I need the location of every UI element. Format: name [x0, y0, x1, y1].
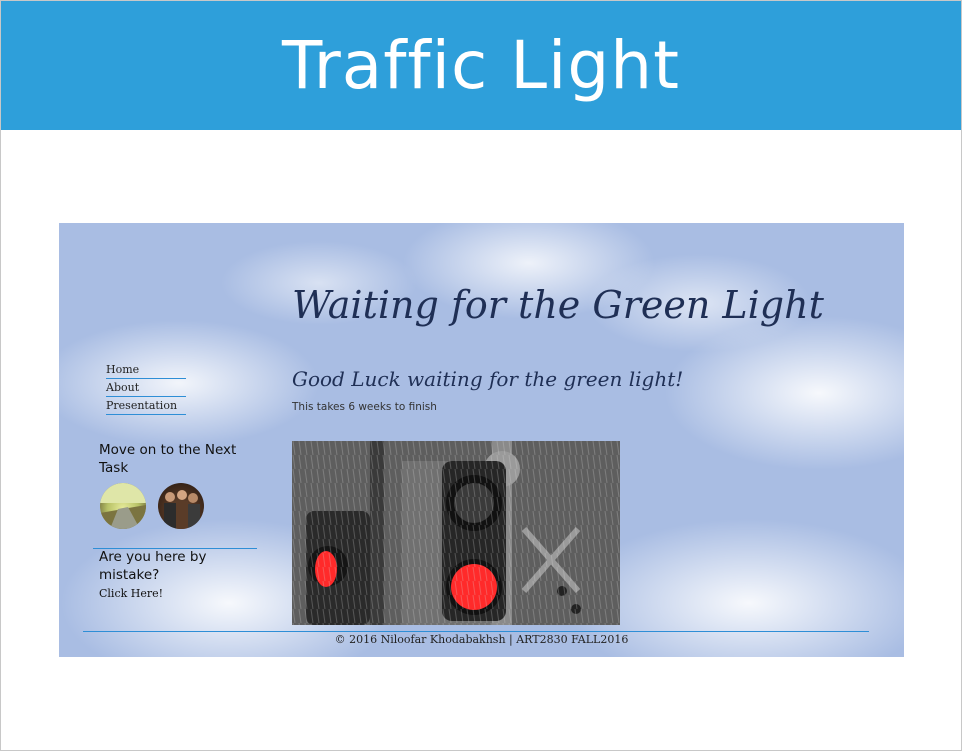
traffic-light-photo — [292, 441, 620, 625]
footer-divider — [83, 631, 869, 632]
next-task-thumbnail-road[interactable] — [100, 483, 146, 529]
content-heading: Good Luck waiting for the green light! — [292, 367, 684, 391]
website-screenshot: Waiting for the Green Light Home About P… — [59, 223, 904, 657]
nav-item-about[interactable]: About — [106, 379, 186, 397]
next-task-thumbnail-people[interactable] — [158, 483, 204, 529]
content-note: This takes 6 weeks to finish — [292, 401, 437, 413]
site-title: Waiting for the Green Light — [292, 283, 824, 327]
site-nav: Home About Presentation — [106, 361, 186, 415]
nav-item-home[interactable]: Home — [106, 361, 186, 379]
click-here-link[interactable]: Click Here! — [99, 587, 163, 600]
next-task-heading: Move on to the Next Task — [99, 442, 237, 476]
site-footer: © 2016 Niloofar Khodabakhsh | ART2830 FA… — [334, 633, 629, 646]
slide-title: Traffic Light — [282, 27, 680, 104]
title-banner: Traffic Light — [1, 1, 961, 130]
mistake-heading: Are you here by mistake? — [99, 549, 207, 583]
nav-item-presentation[interactable]: Presentation — [106, 397, 186, 415]
